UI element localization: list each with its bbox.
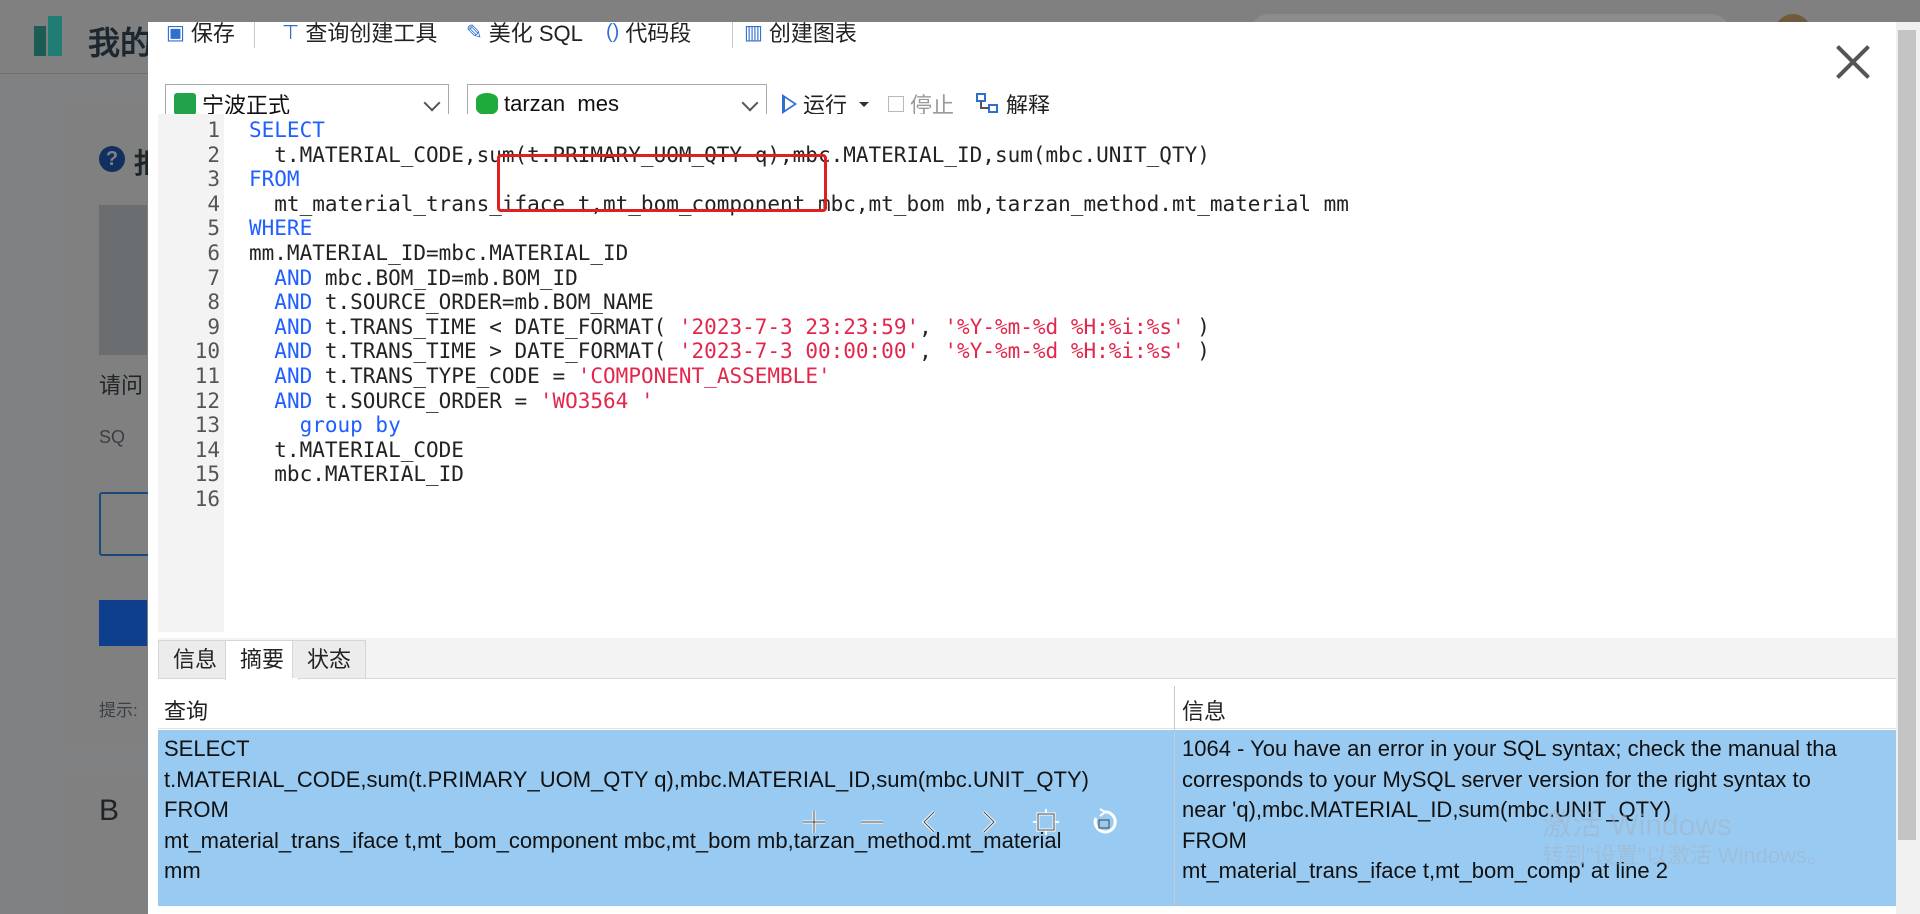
query-builder-icon: ⊤ (282, 22, 300, 44)
top-toolbar: ▣ 保存 ⊤ 查询创建工具 ✎ 美化 SQL () 代码段 ▥ 创建图表 (148, 22, 1896, 58)
query-builder-button[interactable]: ⊤ 查询创建工具 (282, 22, 437, 48)
snippet-icon: () (606, 22, 620, 43)
column-divider (1174, 686, 1175, 906)
code-snippet-button[interactable]: () 代码段 (606, 22, 691, 48)
chart-icon: ▥ (744, 22, 763, 44)
chevron-down-icon (741, 94, 759, 112)
result-table-header: 查询 信息 (158, 686, 1896, 729)
snippet-label: 代码段 (625, 22, 692, 46)
column-header-query[interactable]: 查询 (164, 694, 208, 726)
column-header-info[interactable]: 信息 (1182, 694, 1226, 726)
chevron-down-icon (423, 94, 441, 112)
beautify-label: 美化 SQL (488, 22, 583, 46)
scrollbar-thumb[interactable] (1898, 30, 1916, 840)
zoom-out-icon[interactable] (858, 808, 886, 836)
app-logo-icon (34, 16, 62, 56)
background-text: 请问 (99, 373, 144, 398)
connection-icon (174, 93, 196, 115)
tab-label: 信息 (173, 647, 218, 672)
background-button (99, 492, 151, 556)
explain-icon (976, 93, 998, 113)
stop-icon (888, 96, 904, 112)
activation-watermark-subtitle: 转到"设置"以激活 Windows。 (1542, 843, 1829, 868)
toolbar-separator (732, 22, 733, 48)
play-icon (782, 94, 797, 114)
query-builder-label: 查询创建工具 (305, 22, 438, 46)
sql-query-modal: ▣ 保存 ⊤ 查询创建工具 ✎ 美化 SQL () 代码段 ▥ 创建图表 宁波正… (148, 22, 1896, 914)
background-thumbnail (99, 205, 147, 355)
line-number: 16 (194, 487, 220, 511)
background-section-title: B (99, 794, 120, 827)
save-button[interactable]: ▣ 保存 (166, 22, 235, 48)
app-title: 我的 (88, 25, 153, 61)
run-dropdown-icon[interactable] (859, 101, 870, 107)
beautify-icon: ✎ (466, 22, 483, 44)
tab-info[interactable]: 信息 (158, 640, 233, 678)
chart-label: 创建图表 (768, 22, 857, 46)
sql-editor[interactable]: 1 SELECT 2 t.MATERIAL_CODE,sum(t.PRIMARY_U… (158, 114, 1896, 632)
result-tabs: 信息 摘要 状态 (158, 638, 1896, 680)
question-icon: ? (99, 146, 125, 172)
database-icon (476, 93, 498, 115)
highlight-box (497, 154, 827, 212)
tab-label: 状态 (307, 647, 352, 672)
toolbar-separator (254, 22, 255, 48)
background-button-2 (99, 600, 147, 646)
background-tag: SQ (99, 427, 126, 447)
connection-toolbar: 宁波正式 tarzan_mes 运行 停止 解释 (148, 62, 1896, 124)
previous-icon[interactable] (916, 808, 944, 836)
next-icon[interactable] (974, 808, 1002, 836)
code-text: mbc.MATERIAL_ID (249, 462, 464, 487)
tab-status[interactable]: 状态 (292, 640, 367, 678)
fit-icon[interactable] (1032, 808, 1060, 836)
save-label: 保存 (190, 22, 235, 46)
save-icon: ▣ (166, 22, 185, 44)
create-chart-button[interactable]: ▥ 创建图表 (744, 22, 857, 48)
background-card (62, 105, 162, 745)
beautify-sql-button[interactable]: ✎ 美化 SQL (466, 22, 583, 48)
rotate-icon[interactable] (1090, 808, 1118, 836)
zoom-in-icon[interactable] (800, 808, 828, 836)
background-hint: 提示: (99, 701, 138, 720)
image-viewer-toolbar (800, 808, 1118, 836)
tab-label: 摘要 (240, 647, 285, 672)
tab-summary[interactable]: 摘要 (225, 640, 300, 680)
